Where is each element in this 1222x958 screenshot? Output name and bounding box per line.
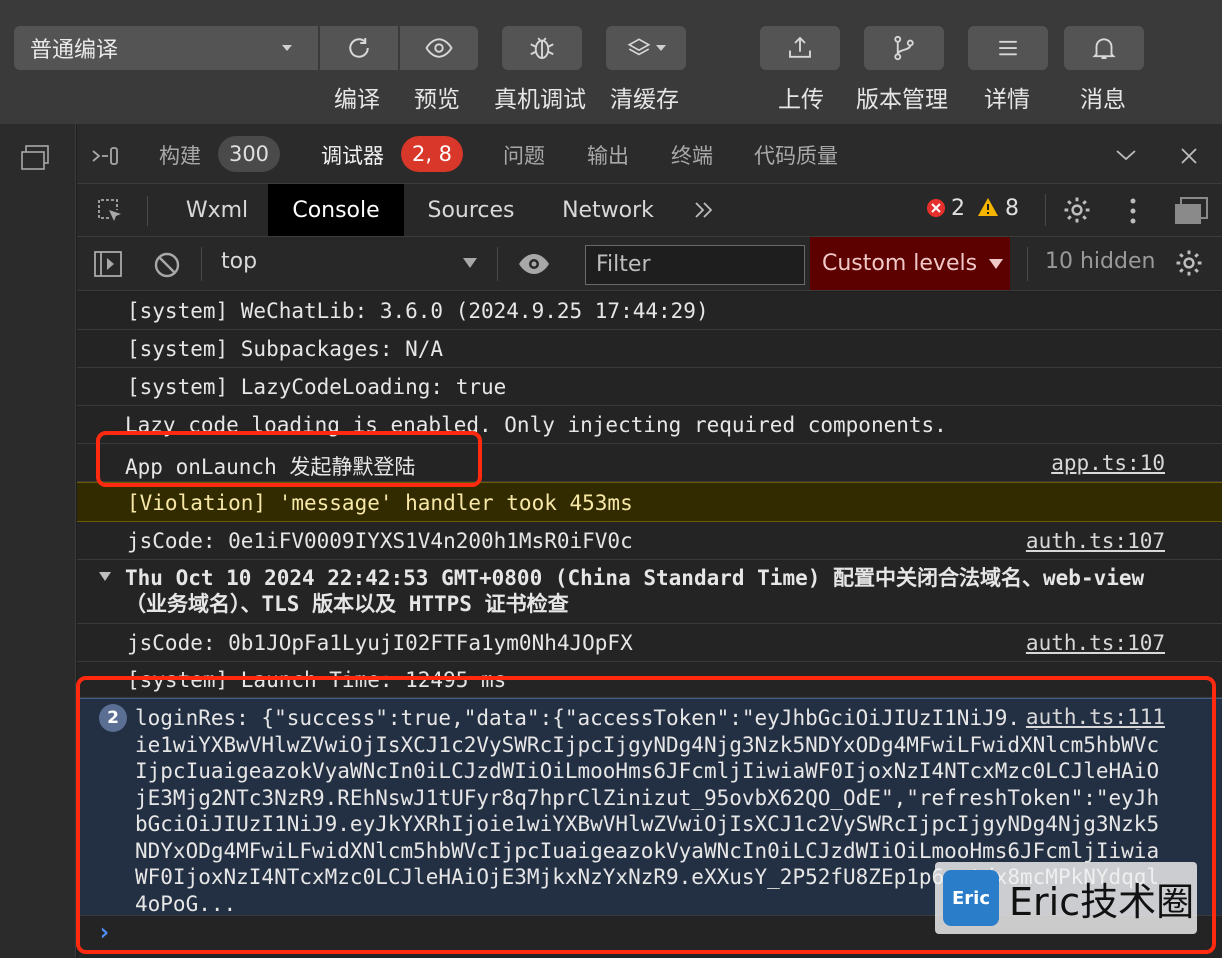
log-message: [system] LazyCodeLoading: true <box>127 375 507 399</box>
chevron-down-icon[interactable] <box>1115 148 1137 162</box>
clear-cache-button[interactable] <box>606 26 686 70</box>
context-label: top <box>221 249 258 274</box>
divider <box>147 196 148 226</box>
highlight-box <box>96 431 482 487</box>
details-button[interactable] <box>968 26 1048 70</box>
compile-button[interactable] <box>320 26 398 70</box>
tab-issues[interactable]: 问题 <box>503 140 545 170</box>
messages-button[interactable] <box>1064 26 1144 70</box>
debugger-count-badge: 2, 8 <box>401 136 463 172</box>
clear-cache-label: 清缓存 <box>610 87 679 113</box>
chevron-down-icon <box>989 258 1004 269</box>
more-tabs-icon[interactable] <box>693 200 715 220</box>
preview-button[interactable] <box>400 26 478 70</box>
tab-console[interactable]: Console <box>268 184 404 236</box>
context-select[interactable]: top <box>215 237 485 290</box>
version-manage-button[interactable] <box>864 26 944 70</box>
hidden-count: 10 hidden <box>1045 249 1156 274</box>
console-toolbar: top Filter Custom levels 10 hidden <box>77 237 1222 291</box>
remote-debug-label: 真机调试 <box>494 87 586 113</box>
tab-network[interactable]: Network <box>547 184 669 236</box>
clear-console-icon[interactable] <box>153 251 181 279</box>
details-label: 详情 <box>984 87 1030 113</box>
log-row: [system] LazyCodeLoading: true <box>77 368 1222 406</box>
log-message: [system] WeChatLib: 3.6.0 (2024.9.25 17:… <box>127 299 709 323</box>
source-link[interactable]: auth.ts:107 <box>1026 529 1165 553</box>
log-message: [system] Subpackages: N/A <box>127 337 444 361</box>
eye-icon[interactable] <box>517 250 551 278</box>
expand-triangle-icon[interactable] <box>99 572 111 581</box>
layers-icon <box>627 38 651 56</box>
log-message: Thu Oct 10 2024 22:42:53 GMT+0800 (China… <box>125 566 1145 616</box>
filter-placeholder: Filter <box>596 252 651 277</box>
upload-icon <box>789 36 811 58</box>
tab-terminal[interactable]: 终端 <box>671 140 713 170</box>
log-levels-label: Custom levels <box>822 251 978 276</box>
preview-label: 预览 <box>414 87 460 113</box>
warning-icon <box>978 198 998 216</box>
upload-button[interactable] <box>760 26 840 70</box>
divider <box>1045 194 1046 226</box>
compile-mode-select[interactable]: 普通编译 <box>14 26 318 70</box>
bug-icon <box>530 37 554 59</box>
watermark-text: Eric技术圈 <box>1009 879 1195 924</box>
filter-input[interactable]: Filter <box>585 245 805 285</box>
menu-icon <box>999 40 1017 56</box>
tab-output[interactable]: 输出 <box>587 140 629 170</box>
version-manage-label: 版本管理 <box>856 87 948 113</box>
tab-debugger[interactable]: 调试器 <box>321 140 384 170</box>
sidebar-toggle-icon[interactable] <box>93 250 123 278</box>
log-levels-select[interactable]: Custom levels <box>810 237 1010 290</box>
compile-label: 编译 <box>334 87 380 113</box>
upload-label: 上传 <box>778 87 824 113</box>
undock-icon[interactable] <box>1173 196 1209 226</box>
refresh-icon <box>349 38 369 58</box>
divider <box>497 247 498 281</box>
log-row: jsCode: 0b1JOpFa1LyujI02FTFa1ym0Nh4JOpFX… <box>77 624 1222 662</box>
tab-code-quality[interactable]: 代码质量 <box>754 140 838 170</box>
close-icon[interactable] <box>1179 146 1199 166</box>
error-icon <box>927 199 945 217</box>
gear-icon[interactable] <box>1062 195 1092 225</box>
messages-label: 消息 <box>1080 87 1126 113</box>
left-sidebar <box>0 124 76 958</box>
log-message: jsCode: 0b1JOpFa1LyujI02FTFa1ym0Nh4JOpFX <box>127 631 633 655</box>
dock-toggle-icon[interactable] <box>91 144 121 168</box>
log-message: [Violation] 'message' handler took 453ms <box>127 491 633 515</box>
divider <box>201 247 202 281</box>
log-row: [system] WeChatLib: 3.6.0 (2024.9.25 17:… <box>77 292 1222 330</box>
divider <box>1027 247 1028 281</box>
error-count: 2 <box>951 196 965 221</box>
watermark: Eric Eric技术圈 <box>935 862 1197 934</box>
source-link[interactable]: auth.ts:107 <box>1026 631 1165 655</box>
chevron-down-icon <box>463 258 477 268</box>
top-toolbar: 普通编译 编译 预览 真机调试 清缓存 上传 版本管理 详情 消息 <box>0 0 1222 124</box>
chevron-down-icon <box>282 45 292 51</box>
bell-icon <box>1092 38 1116 59</box>
remote-debug-button[interactable] <box>502 26 582 70</box>
inspect-element-icon[interactable] <box>95 196 125 226</box>
tab-wxml[interactable]: Wxml <box>167 184 267 236</box>
warning-count: 8 <box>1005 196 1019 221</box>
log-row: [system] Subpackages: N/A <box>77 330 1222 368</box>
watermark-logo: Eric <box>943 870 999 926</box>
build-count-badge: 300 <box>218 136 280 172</box>
log-row-warning: [Violation] 'message' handler took 453ms <box>77 482 1222 522</box>
source-link[interactable]: app.ts:10 <box>1051 451 1165 475</box>
branch-icon <box>894 35 914 61</box>
tab-sources[interactable]: Sources <box>411 184 531 236</box>
chevron-down-icon <box>656 45 666 51</box>
eye-icon <box>425 38 453 58</box>
window-toggle-icon[interactable] <box>20 144 50 172</box>
log-message: jsCode: 0e1iFV0009IYXS1V4n200h1MsR0iFV0c <box>127 529 633 553</box>
more-options-icon[interactable] <box>1123 196 1143 226</box>
log-group-row[interactable]: Thu Oct 10 2024 22:42:53 GMT+0800 (China… <box>77 560 1222 624</box>
compile-mode-label: 普通编译 <box>30 38 119 63</box>
panel-tab-bar: Wxml Console Sources Network 2 8 <box>77 184 1222 237</box>
log-row: jsCode: 0e1iFV0009IYXS1V4n200h1MsR0iFV0c… <box>77 522 1222 560</box>
tab-build[interactable]: 构建 <box>159 140 201 170</box>
console-settings-icon[interactable] <box>1174 248 1204 278</box>
